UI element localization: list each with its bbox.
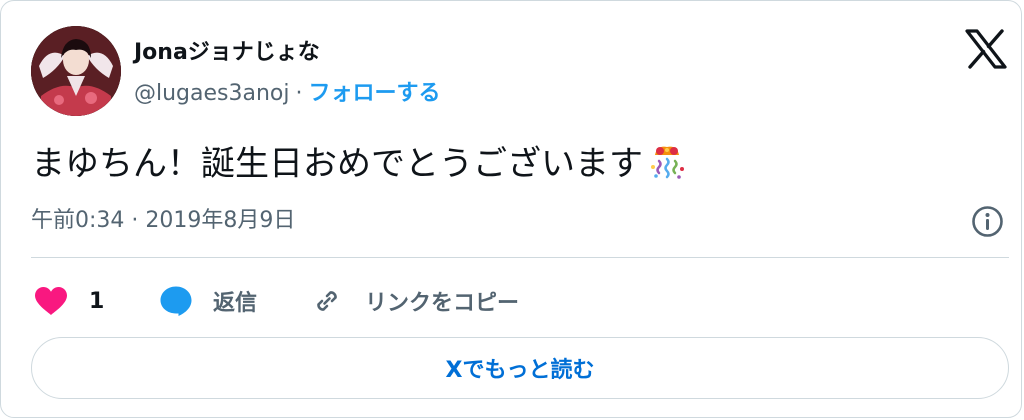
tweet-card: Jonaジョナじょな @lugaes3anoj · フォローする まゆちん！誕生日お… bbox=[0, 0, 1022, 418]
read-more-label: Xでもっと読む bbox=[445, 358, 595, 383]
tweet-text: まゆちん！誕生日おめでとうございます bbox=[31, 141, 689, 186]
copy-link-button[interactable]: リンクをコピー bbox=[311, 281, 519, 321]
tweet-text-body: まゆちん！誕生日おめでとうございます bbox=[31, 144, 643, 184]
like-button[interactable]: 1 bbox=[34, 281, 104, 321]
read-more-button[interactable]: Xでもっと読む bbox=[31, 337, 1009, 399]
author-name[interactable]: Jonaジョナじょな bbox=[134, 39, 320, 67]
speech-bubble-icon bbox=[160, 286, 192, 316]
copy-link-label: リンクをコピー bbox=[365, 291, 520, 316]
separator-dot: · bbox=[295, 81, 303, 106]
divider bbox=[31, 257, 1009, 258]
heart-icon bbox=[35, 287, 67, 315]
tweet-timestamp[interactable]: 午前0:34 · 2019年8月9日 bbox=[31, 206, 295, 236]
avatar[interactable] bbox=[31, 26, 121, 116]
author-handle[interactable]: @lugaes3anoj bbox=[134, 81, 290, 106]
party-popper-icon bbox=[651, 146, 684, 179]
reply-button[interactable]: 返信 bbox=[159, 281, 257, 321]
avatar-image bbox=[31, 26, 121, 116]
author-meta: @lugaes3anoj · フォローする bbox=[134, 80, 441, 108]
like-count: 1 bbox=[89, 288, 105, 314]
info-icon[interactable] bbox=[971, 205, 1004, 238]
follow-button[interactable]: フォローする bbox=[309, 81, 441, 106]
link-icon bbox=[317, 291, 337, 311]
reply-label: 返信 bbox=[213, 291, 258, 316]
x-logo-icon[interactable] bbox=[965, 29, 1007, 69]
